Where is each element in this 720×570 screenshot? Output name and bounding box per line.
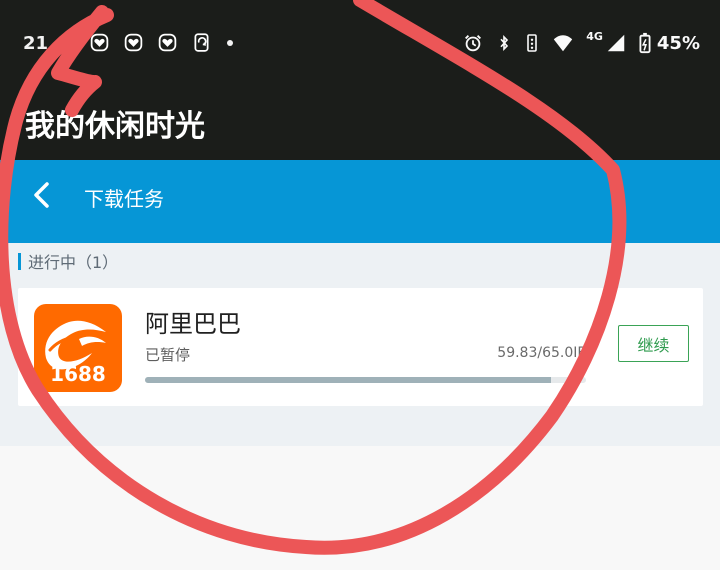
- download-section: 进行中（1） 1688 阿里巴巴 已暂停 59.83/65.0IB 继续: [0, 243, 720, 446]
- download-status: 已暂停: [145, 346, 191, 364]
- download-progress-fill: [145, 377, 551, 383]
- page-title: 下载任务: [84, 187, 164, 211]
- vibrate-icon: [527, 34, 538, 52]
- status-icons-right: 4G 45%: [462, 30, 700, 54]
- sticker-icon: [158, 33, 177, 52]
- status-time: 21: [23, 33, 49, 54]
- battery-icon: [639, 32, 651, 54]
- dot-icon: [227, 39, 233, 46]
- app-title: 阿里巴巴: [145, 310, 241, 338]
- download-item-card[interactable]: 1688 阿里巴巴 已暂停 59.83/65.0IB 继续: [18, 288, 703, 406]
- network-type: 4G: [586, 30, 603, 43]
- phone-rotate-icon: [194, 33, 209, 52]
- empty-area: [0, 446, 720, 570]
- continue-button[interactable]: 继续: [618, 325, 689, 362]
- status-icons-left: [89, 32, 233, 53]
- alibaba-app-icon: 1688: [34, 304, 122, 392]
- app-name: 我的休闲时光: [25, 109, 205, 144]
- download-progress-bar: [145, 377, 586, 383]
- download-tasks-header: 下载任务: [0, 160, 720, 243]
- bluetooth-icon: [500, 35, 509, 51]
- back-button[interactable]: [24, 177, 60, 213]
- section-title: 进行中（1）: [28, 253, 119, 272]
- section-accent-bar: [18, 252, 21, 270]
- top-status-area: 21 4G 45% 我的休闲时光: [0, 0, 720, 160]
- signal-icon: [607, 34, 625, 52]
- status-bar: 21 4G 45%: [0, 24, 720, 64]
- wifi-icon: [554, 35, 573, 52]
- app-icon-number: 1688: [50, 362, 106, 386]
- alarm-icon: [465, 35, 482, 52]
- download-size-unit: IB: [573, 345, 587, 361]
- sticker-icon: [90, 33, 109, 52]
- download-size: 59.83/65.0IB: [497, 345, 587, 361]
- battery-percent: 45%: [656, 32, 700, 54]
- sticker-icon: [124, 33, 143, 52]
- section-label: 进行中（1）: [18, 249, 118, 273]
- download-size-value: 59.83/65.0: [497, 345, 574, 361]
- network-indicator: 4G: [586, 30, 627, 54]
